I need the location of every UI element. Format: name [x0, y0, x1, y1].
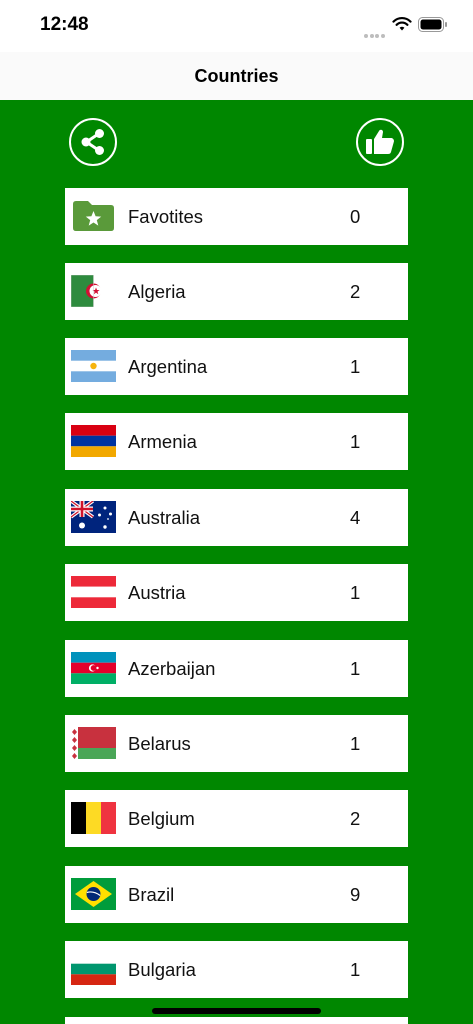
cellular-signal-icon: [364, 25, 386, 38]
list-item-belgium[interactable]: Belgium 2: [65, 790, 408, 847]
list-item-armenia[interactable]: Armenia 1: [65, 413, 408, 470]
list-item-favorites[interactable]: Favotites 0: [65, 188, 408, 245]
country-count: 9: [350, 884, 361, 905]
country-count: 2: [350, 281, 361, 302]
home-indicator[interactable]: [152, 1008, 321, 1014]
list-item-austria[interactable]: Austria 1: [65, 564, 408, 621]
country-name: Armenia: [128, 431, 197, 452]
country-name: Austria: [128, 582, 186, 603]
argentina-flag: [71, 350, 116, 382]
favorites-folder-icon: [71, 200, 116, 232]
country-name: Bulgaria: [128, 959, 196, 980]
list-item-algeria[interactable]: Algeria 2: [65, 263, 408, 320]
list-item-belarus[interactable]: Belarus 1: [65, 715, 408, 772]
thumbs-up-icon: [366, 129, 394, 154]
armenia-flag: [71, 425, 116, 457]
country-count: 1: [350, 356, 361, 377]
share-button[interactable]: [69, 118, 117, 166]
australia-flag: [71, 501, 116, 533]
wifi-icon: [392, 17, 412, 31]
algeria-flag: [71, 275, 116, 307]
navigation-bar: Countries: [0, 52, 473, 100]
country-count: 1: [350, 658, 361, 679]
countries-list-container: Favotites 0 Algeria 2 Argentina 1 Armeni…: [0, 100, 473, 1024]
country-count: 2: [350, 808, 361, 829]
like-button[interactable]: [356, 118, 404, 166]
brazil-flag: [71, 878, 116, 910]
country-name: Algeria: [128, 281, 186, 302]
country-name: Belgium: [128, 808, 195, 829]
page-title: Countries: [194, 66, 279, 86]
list-item-bulgaria[interactable]: Bulgaria 1: [65, 941, 408, 998]
belgium-flag: [71, 802, 116, 834]
country-count: 1: [350, 582, 361, 603]
country-count: 4: [350, 507, 361, 528]
status-time: 12:48: [40, 14, 89, 35]
list-item-brazil[interactable]: Brazil 9: [65, 866, 408, 923]
status-bar: 12:48: [0, 0, 473, 52]
country-name: Favotites: [128, 206, 204, 227]
austria-flag: [71, 576, 116, 608]
battery-icon: [418, 17, 447, 32]
country-name: Belarus: [128, 733, 191, 754]
bulgaria-flag: [71, 953, 116, 985]
list-item-australia[interactable]: Australia 4: [65, 489, 408, 546]
country-count: 0: [350, 206, 361, 227]
list-item-azerbaijan[interactable]: Azerbaijan 1: [65, 640, 408, 697]
country-name: Brazil: [128, 884, 175, 905]
country-count: 1: [350, 959, 361, 980]
country-count: 1: [350, 431, 361, 452]
country-name: Australia: [128, 507, 200, 528]
share-icon: [81, 129, 104, 155]
country-name: Azerbaijan: [128, 658, 216, 679]
country-name: Argentina: [128, 356, 208, 377]
azerbaijan-flag: [71, 652, 116, 684]
list-item-argentina[interactable]: Argentina 1: [65, 338, 408, 395]
list-item-partial[interactable]: [65, 1017, 408, 1024]
belarus-flag: [71, 727, 116, 759]
country-count: 1: [350, 733, 361, 754]
